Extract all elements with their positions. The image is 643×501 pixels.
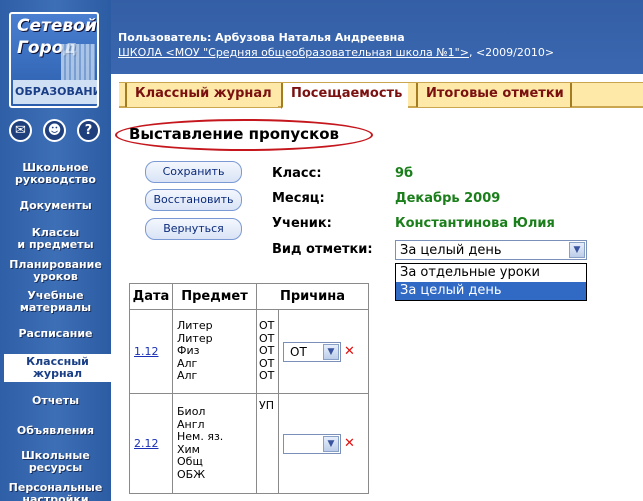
col-subject: Предмет [172,283,257,310]
col-reason: Причина [256,283,369,310]
reason-value: ОТ [290,344,307,359]
absence-code: ОТ [259,319,275,333]
school-link[interactable]: ШКОЛА <МОУ "Средняя общеобразовательная … [118,46,469,59]
nav-announcements[interactable]: Объявления [0,425,111,437]
option-whole-day[interactable]: За целый день [396,282,586,300]
nav-reports[interactable]: Отчеты [0,395,111,407]
subject: ОБЖ [177,467,206,481]
logo-line3: ОБРАЗОВАНИ [13,80,97,104]
chevron-down-icon[interactable]: ▼ [323,435,339,452]
chevron-down-icon[interactable]: ▼ [569,242,585,258]
absence-code: ОТ [259,344,275,358]
tabs-bar: Классный журнал Посещаемость Итоговые от… [119,82,643,109]
mark-type-select[interactable]: За целый день ▼ [395,240,587,260]
option-per-lesson[interactable]: За отдельные уроки [396,264,586,282]
student-label: Ученик: [272,216,332,231]
restore-button[interactable]: Восстановить [145,189,242,211]
page-title: Выставление пропусков [129,125,340,143]
sidebar: Сетевой Город ОБРАЗОВАНИ ✉ ☻ ? Школьное … [0,0,111,501]
month-label: Месяц: [272,191,325,206]
table-row: 2.12 Биол Англ Нем. яз. Хим Общ ОБЖ УП ▼… [129,393,369,494]
tab-attendance[interactable]: Посещаемость [281,83,409,109]
header: Пользователь: Арбузова Наталья Андреевна… [111,0,643,74]
date-link[interactable]: 1.12 [134,345,159,358]
logo-line1: Сетевой [17,16,97,36]
subject: Биол [177,405,206,418]
help-icon[interactable]: ? [77,119,100,142]
back-button[interactable]: Вернуться [145,218,242,240]
nav-class-journal[interactable]: Классный журнал [4,354,111,382]
subject: Литер [177,319,213,333]
nav-school-management[interactable]: Школьное руководство [0,162,111,186]
sidebar-icons: ✉ ☻ ? [9,119,101,143]
subject: Общ [177,455,203,468]
month-value: Декабрь 2009 [395,191,501,206]
tab-final-marks[interactable]: Итоговые отметки [416,83,572,107]
mail-icon[interactable]: ✉ [9,119,32,142]
user-name: Пользователь: Арбузова Наталья Андреевна [118,31,405,44]
mark-type-label: Вид отметки: [272,242,373,257]
nav-classes[interactable]: Классы и предметы [0,227,111,251]
table-row: 1.12 Литер Литер Физ Алг Алг ОТ ОТ ОТ ОТ… [129,309,369,394]
subject: Нем. яз. [177,430,224,443]
absence-table: Дата Предмет Причина 1.12 Литер Литер Фи… [129,283,369,494]
building-icon [61,44,95,82]
delete-icon[interactable]: ✕ [344,344,355,359]
users-icon[interactable]: ☻ [43,119,66,142]
absence-code: УП [259,399,274,412]
nav-schedule[interactable]: Расписание [0,328,111,340]
mark-type-selected: За целый день [400,243,502,258]
col-date: Дата [129,283,173,310]
school-info: ШКОЛА <МОУ "Средняя общеобразовательная … [118,46,554,59]
nav-documents[interactable]: Документы [0,200,111,212]
nav-planning[interactable]: Планирование уроков [0,259,111,283]
tab-class-journal[interactable]: Классный журнал [125,83,278,107]
nav-settings[interactable]: Персональные настройки [0,482,111,501]
student-value: Константинова Юлия [395,216,555,231]
mark-type-dropdown[interactable]: За отдельные уроки За целый день [395,263,587,301]
delete-icon[interactable]: ✕ [344,436,355,451]
subject: Алг [177,369,198,383]
main-content: Классный журнал Посещаемость Итоговые от… [111,74,643,501]
table-header: Дата Предмет Причина [129,283,369,310]
nav-resources[interactable]: Школьные ресурсы [0,450,111,474]
class-value: 9б [395,166,414,181]
date-link[interactable]: 2.12 [134,437,159,450]
school-year: , <2009/2010> [468,46,555,59]
save-button[interactable]: Сохранить [145,161,242,183]
logo[interactable]: Сетевой Город ОБРАЗОВАНИ [9,12,99,108]
nav-materials[interactable]: Учебные материалы [0,290,111,314]
class-label: Класс: [272,166,322,181]
reason-select[interactable]: ▼ [283,433,341,454]
absence-code: ОТ [259,369,275,383]
chevron-down-icon[interactable]: ▼ [323,343,339,360]
subject: Физ [177,344,200,358]
reason-select[interactable]: ОТ ▼ [283,341,341,362]
